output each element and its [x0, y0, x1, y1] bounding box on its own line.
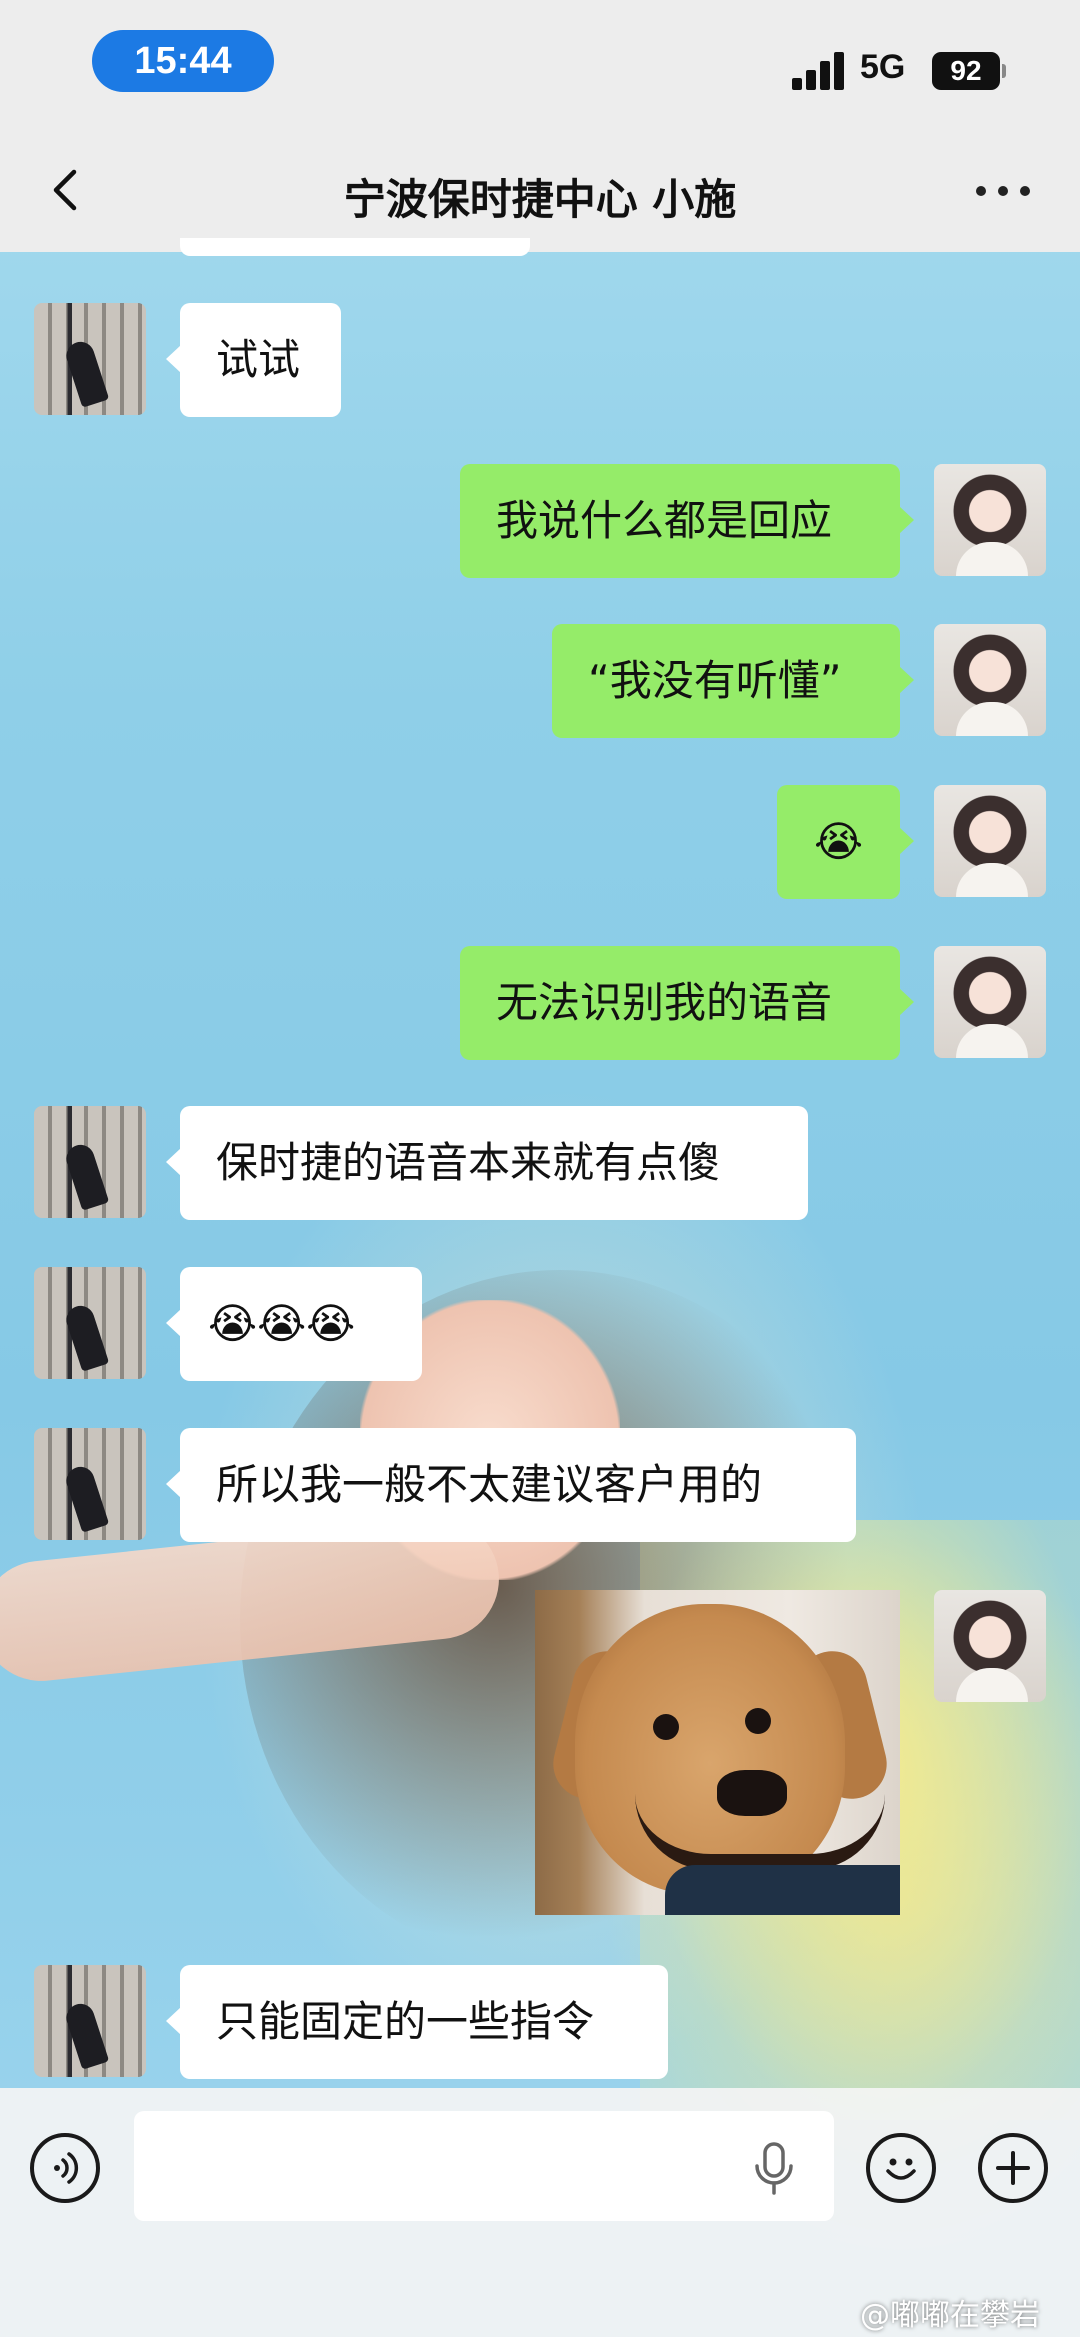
status-time: 15:44	[92, 30, 274, 92]
sent-emoji-message[interactable]: 😭	[777, 785, 914, 899]
watermark: @嘟嘟在攀岩	[860, 2298, 1040, 2333]
emoji-button[interactable]	[866, 2133, 936, 2203]
contact-avatar[interactable]	[34, 303, 146, 415]
network-type: 5G	[860, 48, 906, 86]
contact-avatar[interactable]	[34, 1428, 146, 1540]
plus-icon	[996, 2151, 1030, 2185]
sent-message[interactable]: “我没有听懂”	[552, 624, 914, 738]
smiley-icon	[886, 2158, 916, 2180]
back-icon[interactable]	[44, 168, 88, 212]
received-emoji-message[interactable]: 😭😭😭	[166, 1267, 422, 1381]
previous-message-bubble	[180, 238, 530, 256]
more-options-icon[interactable]	[976, 186, 1032, 198]
my-avatar[interactable]	[934, 785, 1046, 897]
message-input[interactable]	[134, 2111, 834, 2221]
battery-icon: 92	[932, 52, 1000, 90]
my-avatar[interactable]	[934, 1590, 1046, 1702]
contact-avatar[interactable]	[34, 1267, 146, 1379]
chat-title: 宁波保时捷中心 小施	[343, 175, 737, 224]
chat-header: 宁波保时捷中心 小施	[0, 130, 1080, 252]
received-message[interactable]: 试试	[166, 303, 341, 417]
sent-message[interactable]: 我说什么都是回应	[460, 464, 914, 578]
voice-mode-button[interactable]	[30, 2133, 100, 2203]
my-avatar[interactable]	[934, 624, 1046, 736]
my-avatar[interactable]	[934, 464, 1046, 576]
voice-wave-icon	[54, 2152, 79, 2184]
received-message[interactable]: 所以我一般不太建议客户用的	[166, 1428, 856, 1542]
sent-message[interactable]: 无法识别我的语音	[460, 946, 914, 1060]
microphone-icon[interactable]	[752, 2142, 796, 2196]
status-bar: 15:44 5G 92	[0, 0, 1080, 130]
received-message[interactable]: 只能固定的一些指令	[166, 1965, 668, 2079]
my-avatar[interactable]	[934, 946, 1046, 1058]
signal-icon	[792, 52, 846, 90]
contact-avatar[interactable]	[34, 1106, 146, 1218]
contact-avatar[interactable]	[34, 1965, 146, 2077]
smiling-dog-sticker[interactable]	[535, 1590, 900, 1915]
received-message[interactable]: 保时捷的语音本来就有点傻	[166, 1106, 808, 1220]
battery-tip	[1002, 64, 1006, 78]
more-functions-button[interactable]	[978, 2133, 1048, 2203]
